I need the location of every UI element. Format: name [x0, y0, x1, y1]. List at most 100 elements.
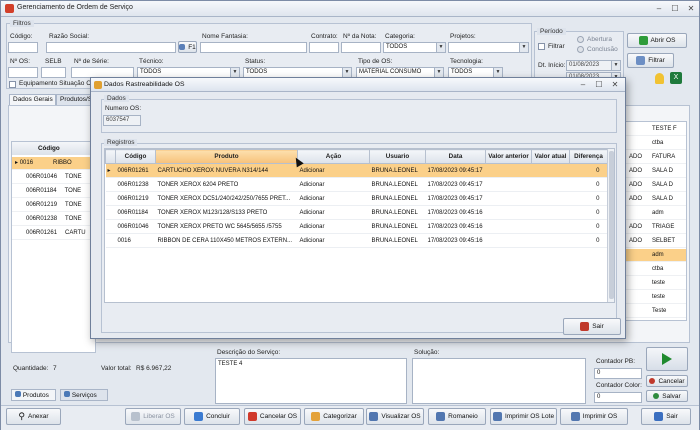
registros-scrollbar[interactable]: [607, 149, 614, 302]
imprimir-os-label: Imprimir OS: [582, 413, 618, 420]
scrollbar-thumb[interactable]: [609, 151, 614, 299]
filtrar-periodo-checkbox[interactable]: [538, 43, 545, 50]
contrato-input[interactable]: [309, 42, 339, 53]
imprimir-os-lote-button[interactable]: Imprimir OS Lote: [490, 408, 557, 425]
chevron-down-icon: ▼: [434, 68, 443, 77]
col-valor-anterior-header[interactable]: Valor anterior: [485, 149, 532, 164]
table-row[interactable]: 006R01219 TONER XEROX DC51/240/242/250/7…: [105, 191, 608, 206]
col-data-header[interactable]: Data: [425, 149, 486, 164]
imprimir-os-lote-label: Imprimir OS Lote: [504, 413, 555, 420]
list-item[interactable]: 006R01261 CARTU: [12, 227, 95, 240]
table-row[interactable]: ▸ 006R01261 CARTUCHO XEROX NUVERA N314/1…: [105, 163, 608, 178]
cell-valor-anterior: [485, 233, 532, 248]
romaneio-button[interactable]: Romaneio: [428, 408, 486, 425]
table-row[interactable]: 006R01184 TONER XEROX M123/128/S133 PRET…: [105, 205, 608, 220]
col-diferenca-header[interactable]: Diferença: [569, 149, 608, 164]
categoria-select[interactable]: TODOS ▼: [383, 42, 446, 53]
cell-acao: Adicionar: [297, 177, 370, 192]
list-item-location: TESTE F: [652, 126, 677, 132]
list-item[interactable]: 006R01046 TONE: [12, 171, 95, 184]
tab-produtos[interactable]: Produtos: [11, 389, 56, 401]
cell-codigo: 006R01261: [115, 163, 156, 178]
contador-pb-input[interactable]: 0: [594, 368, 642, 379]
list-item-location: SALA D: [652, 196, 674, 202]
list-item[interactable]: ▸ 0016 RIBBO: [12, 157, 95, 170]
tab-servicos[interactable]: Serviços: [60, 389, 108, 401]
col-acao-header[interactable]: Ação: [297, 149, 370, 164]
descricao-textarea[interactable]: TESTE 4: [215, 358, 407, 404]
filtrar-button[interactable]: Filtrar: [627, 53, 674, 68]
selb-input[interactable]: [41, 67, 66, 78]
nome-fantasia-input[interactable]: [200, 42, 307, 53]
close-icon[interactable]: ✕: [683, 3, 699, 14]
list-item[interactable]: ADO SALA D: [626, 193, 686, 206]
cell-valor-atual: [531, 219, 570, 234]
f1-button[interactable]: F1: [178, 41, 197, 53]
os-input[interactable]: [8, 67, 38, 78]
minimize-icon[interactable]: –: [651, 3, 667, 14]
maximize-icon[interactable]: ☐: [667, 3, 683, 14]
col-valor-atual-header[interactable]: Valor atual: [531, 149, 570, 164]
list-item[interactable]: ADO TRIAGE: [626, 221, 686, 234]
col-produto-header[interactable]: Produto: [155, 149, 298, 164]
abrir-os-button[interactable]: Abrir OS: [627, 33, 687, 48]
play-button[interactable]: [646, 347, 688, 371]
list-item[interactable]: teste: [626, 291, 686, 304]
list-item[interactable]: 006R01184 TONE: [12, 185, 95, 198]
lightbulb-icon[interactable]: [655, 73, 664, 84]
dt-inicio-input[interactable]: 01/08/2023 ▼: [566, 60, 621, 71]
abertura-radio[interactable]: [577, 36, 584, 43]
abertura-label: Abertura: [587, 36, 612, 43]
cell-usuario: BRUNA.LEONEL: [369, 219, 426, 234]
list-item[interactable]: adm: [626, 207, 686, 220]
list-item[interactable]: Teste: [626, 305, 686, 318]
table-row[interactable]: 006R01046 TONER XEROX PRETO WC 5645/5655…: [105, 219, 608, 234]
projetos-select[interactable]: ▼: [448, 42, 529, 53]
list-item[interactable]: teste: [626, 277, 686, 290]
list-item[interactable]: adm: [626, 249, 686, 262]
table-row[interactable]: 006R01238 TONER XEROX 6204 PRETO Adicion…: [105, 177, 608, 192]
tab-dados-gerais[interactable]: Dados Gerais: [9, 94, 56, 105]
visualizar-os-button[interactable]: Visualizar OS: [366, 408, 424, 425]
solucao-textarea[interactable]: [412, 358, 586, 404]
maximize-icon[interactable]: ☐: [591, 79, 607, 90]
col-usuario-header[interactable]: Usuario: [369, 149, 426, 164]
list-item[interactable]: ADO SALA D: [626, 179, 686, 192]
equipamento-checkbox[interactable]: [9, 81, 16, 88]
sair-dialog-button[interactable]: Sair: [563, 318, 621, 335]
col-codigo-header[interactable]: Código: [115, 149, 156, 164]
codigo-input[interactable]: [8, 42, 38, 53]
razao-social-input[interactable]: [46, 42, 176, 53]
save-icon: [653, 393, 660, 399]
liberar-os-button[interactable]: Liberar OS: [125, 408, 181, 425]
minimize-icon[interactable]: –: [575, 79, 591, 90]
list-item[interactable]: 006R01219 TONE: [12, 199, 95, 212]
cancelar-button[interactable]: Cancelar: [646, 375, 688, 387]
document-icon: [436, 412, 446, 421]
row-indicator: [105, 205, 116, 220]
list-item[interactable]: ctba: [626, 263, 686, 276]
sair-main-button[interactable]: Sair: [641, 408, 691, 425]
nota-input[interactable]: [341, 42, 381, 53]
salvar-button[interactable]: Salvar: [646, 390, 688, 402]
list-item[interactable]: ADO FATURA: [626, 151, 686, 164]
list-item-status: ADO: [629, 168, 643, 174]
list-item[interactable]: ctba: [626, 137, 686, 150]
table-row[interactable]: 0016 RIBBON DE CERA 110X450 METROS EXTER…: [105, 233, 608, 248]
anexar-button[interactable]: ⚲ Anexar: [6, 408, 61, 425]
list-item[interactable]: ADO SALA D: [626, 165, 686, 178]
filters-group-label: Filtros: [10, 20, 34, 27]
list-item[interactable]: 006R01238 TONE: [12, 213, 95, 226]
contador-color-input[interactable]: 0: [594, 392, 642, 403]
close-icon[interactable]: ✕: [607, 79, 623, 90]
filtrar-button-label: Filtrar: [648, 57, 665, 64]
cancelar-os-button[interactable]: Cancelar OS: [244, 408, 301, 425]
list-item[interactable]: ADO SELBET: [626, 235, 686, 248]
excel-icon[interactable]: X: [670, 72, 682, 84]
concluir-button[interactable]: Concluir: [184, 408, 240, 425]
list-item[interactable]: TESTE F: [626, 123, 686, 136]
categorizar-button[interactable]: Categorizar: [304, 408, 364, 425]
conclusao-radio[interactable]: [577, 46, 584, 53]
imprimir-os-button[interactable]: Imprimir OS: [560, 408, 628, 425]
cell-usuario: BRUNA.LEONEL: [369, 177, 426, 192]
